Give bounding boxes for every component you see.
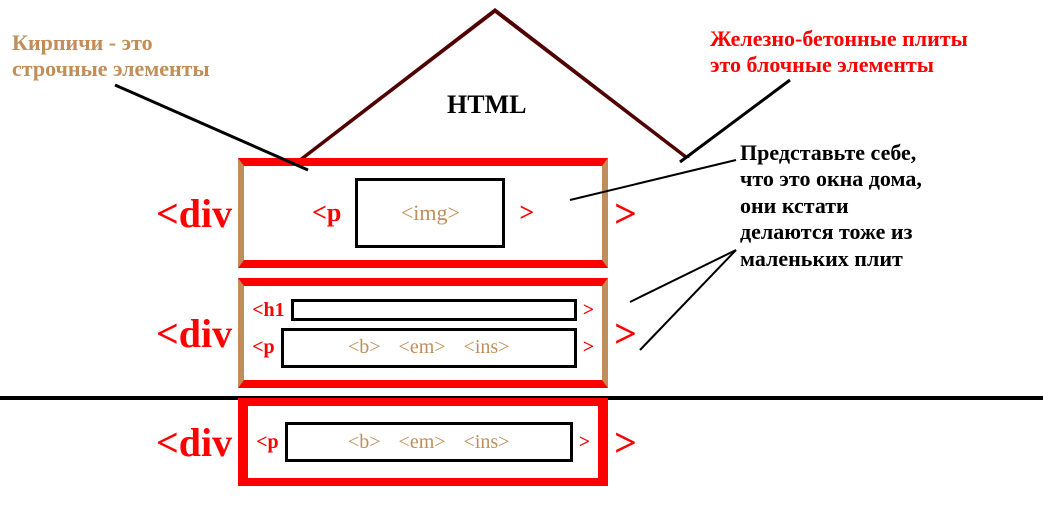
h1-open: <h1 (252, 299, 285, 322)
b-tag-3: <b> (348, 431, 381, 454)
b-tag-2: <b> (348, 336, 381, 359)
em-tag-3: <em> (399, 431, 446, 454)
h1-close: > (583, 299, 594, 322)
p-open-3: <p (256, 431, 279, 454)
floor-2: <div <h1 > <p <b> <em> <ins> > > (150, 278, 643, 388)
window-inline-2: <b> <em> <ins> (281, 328, 577, 368)
div-close-1: > (608, 158, 643, 268)
anno-mid-l5: маленьких плит (740, 246, 1040, 272)
div-close-3: > (608, 398, 643, 486)
anno-mid-l1: Представьте себе, (740, 140, 1040, 166)
em-tag-2: <em> (399, 336, 446, 359)
floor-3-body: <p <b> <em> <ins> > (238, 398, 608, 486)
p-open-2: <p (252, 336, 275, 359)
p-close-1: > (519, 198, 534, 228)
annotation-windows: Представьте себе, что это окна дома, они… (740, 140, 1040, 272)
anno-right-l2: это блочные элементы (710, 52, 1040, 78)
p-close-2: > (583, 336, 594, 359)
ins-tag-2: <ins> (464, 336, 510, 359)
img-tag: <img> (401, 200, 460, 226)
anno-mid-l2: что это окна дома, (740, 166, 1040, 192)
floor-1-body: <p <img> > (238, 158, 608, 268)
div-open-3: <div (150, 398, 238, 486)
div-open-1: <div (150, 158, 238, 268)
floor-1: <div <p <img> > > (150, 158, 643, 268)
annotation-inline: Кирпичи - это строчные элементы (12, 30, 272, 83)
floor-2-body: <h1 > <p <b> <em> <ins> > (238, 278, 608, 388)
anno-left-l2: строчные элементы (12, 56, 272, 82)
anno-left-l1: Кирпичи - это (12, 30, 272, 56)
window-inline-3: <b> <em> <ins> (285, 422, 573, 462)
anno-mid-l4: делаются тоже из (740, 219, 1040, 245)
div-open-2: <div (150, 278, 238, 388)
window-img: <img> (355, 178, 505, 248)
window-h1 (291, 299, 577, 321)
anno-right-l1: Железно-бетонные плиты (710, 26, 1040, 52)
div-close-2: > (608, 278, 643, 388)
roof-inner (303, 13, 687, 160)
p-open-1: <p (312, 198, 341, 228)
anno-mid-l3: они кстати (740, 193, 1040, 219)
roof-title: HTML (447, 90, 526, 120)
ins-tag-3: <ins> (464, 431, 510, 454)
floor-3: <div <p <b> <em> <ins> > > (150, 398, 643, 486)
p-close-3: > (579, 431, 590, 454)
annotation-block: Железно-бетонные плиты это блочные элеме… (710, 26, 1040, 79)
